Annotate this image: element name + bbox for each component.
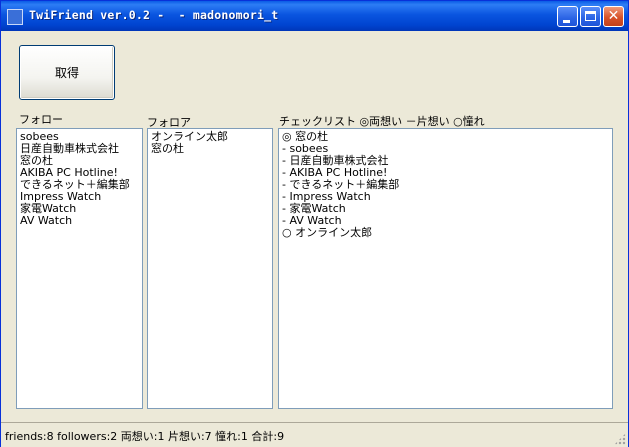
checklist-list[interactable]: ◎ 窓の杜 - sobees - 日産自動車株式会社 - AKIBA PC Ho…	[278, 128, 613, 409]
follow-list[interactable]: sobees 日産自動車株式会社 窓の杜 AKIBA PC Hotline! で…	[16, 128, 143, 409]
close-button[interactable]: ✕	[603, 6, 624, 27]
followers-list[interactable]: オンライン太郎 窓の杜	[147, 128, 273, 409]
minimize-button[interactable]	[557, 6, 578, 27]
fetch-button[interactable]: 取得	[19, 45, 115, 100]
list-item[interactable]: 窓の杜	[151, 143, 269, 155]
maximize-button[interactable]	[580, 6, 601, 27]
maximize-icon	[585, 11, 596, 21]
app-icon[interactable]	[7, 9, 23, 25]
follow-label: フォロー	[19, 113, 63, 126]
window-title: TwiFriend ver.0.2 - - madonomori_t	[29, 8, 279, 22]
list-item[interactable]: ○ オンライン太郎	[282, 227, 609, 239]
status-text: friends:8 followers:2 両想い:1 片想い:7 憧れ:1 合…	[5, 430, 285, 443]
list-item[interactable]: ◎ 窓の杜	[282, 131, 609, 143]
resize-grip-icon[interactable]	[614, 433, 626, 445]
list-item[interactable]: AV Watch	[20, 215, 139, 227]
status-bar: friends:8 followers:2 両想い:1 片想い:7 憧れ:1 合…	[1, 422, 628, 447]
main-window: TwiFriend ver.0.2 - - madonomori_t ✕ 取得 …	[0, 0, 629, 447]
close-icon: ✕	[607, 8, 620, 24]
minimize-icon	[563, 20, 570, 23]
checklist-label: チェックリスト ◎両想い －片想い ○憧れ	[279, 115, 485, 128]
title-bar[interactable]: TwiFriend ver.0.2 - - madonomori_t ✕	[1, 1, 628, 31]
